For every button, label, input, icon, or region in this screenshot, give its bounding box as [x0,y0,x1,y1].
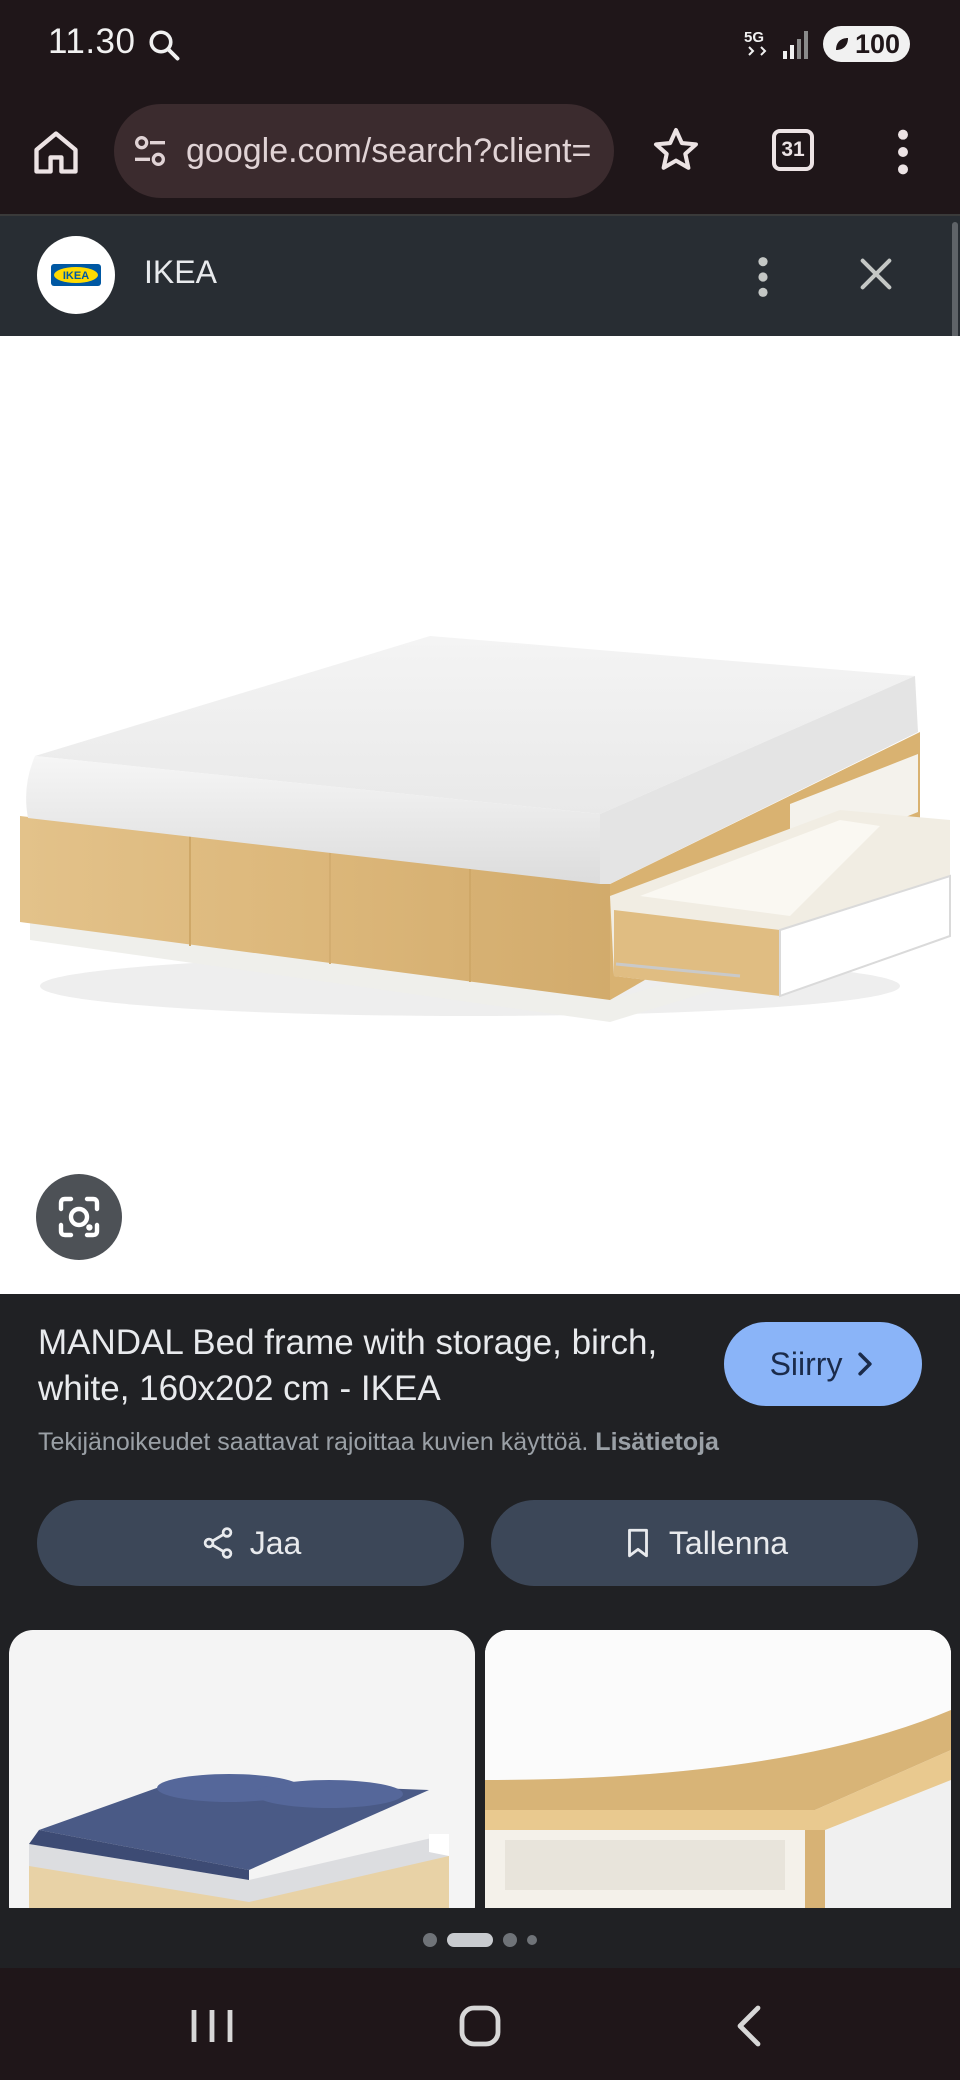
site-settings-icon[interactable] [130,131,170,171]
lens-icon[interactable] [36,1174,122,1260]
network-5g-icon: 5G [744,29,767,56]
status-time: 11.30 [48,22,136,61]
page-dot-active[interactable] [447,1933,493,1947]
status-bar: 11.30 5G 100 [0,0,960,92]
svg-text:IKEA: IKEA [63,270,89,282]
search-icon [149,30,180,61]
svg-text:5G: 5G [744,29,764,46]
bookmark-star-icon[interactable] [650,124,702,176]
share-icon [203,1527,232,1559]
status-indicators: 5G 100 [743,24,910,64]
battery-level: 100 [854,28,900,59]
share-button[interactable]: Jaa [37,1500,464,1586]
leaf-icon [835,38,848,50]
visit-button[interactable]: Siirry [724,1322,922,1406]
save-label: Tallenna [668,1524,789,1561]
learn-more-link[interactable]: Lisätietoja [595,1428,719,1456]
system-nav-bar [0,1968,960,2080]
tab-count: 31 [781,138,805,161]
bed-drawer-closeup-image [485,1630,951,1908]
copyright-text: Tekijänoikeudet saattavat rajoittaa kuvi… [38,1428,589,1456]
tabs-icon[interactable]: 31 [772,129,814,171]
source-logo[interactable]: IKEA [37,236,115,314]
ikea-logo-icon: IKEA [51,264,101,286]
source-name[interactable]: IKEA [144,254,217,291]
page-dot[interactable] [503,1933,517,1947]
bed-navy-bedding-image [29,1774,449,1908]
bed-frame-illustration [20,636,951,1022]
chevron-right-icon [858,1352,873,1376]
page-dot[interactable] [423,1933,437,1947]
close-icon[interactable] [856,254,896,294]
url-bar[interactable]: google.com/search?client= [114,104,614,198]
battery-icon: 100 [822,26,910,62]
more-vert-icon[interactable] [748,254,778,300]
lens-glyph [58,1196,100,1238]
image-viewer-header: IKEA IKEA [0,216,960,336]
browser-toolbar: google.com/search?client= 31 [0,92,960,214]
home-icon[interactable] [30,126,82,178]
related-images [0,1630,960,1908]
related-image[interactable] [9,1630,475,1908]
related-image[interactable] [485,1630,951,1908]
share-label: Jaa [249,1524,302,1561]
save-button[interactable]: Tallenna [491,1500,918,1586]
page-indicator [0,1930,960,1950]
recents-icon[interactable] [182,1998,242,2054]
home-button-icon[interactable] [450,1998,510,2054]
page-dot[interactable] [527,1935,537,1945]
url-text[interactable]: google.com/search?client= [186,132,591,171]
copyright-notice: Tekijänoikeudet saattavat rajoittaa kuvi… [38,1428,719,1457]
visit-label: Siirry [769,1345,843,1382]
result-title[interactable]: MANDAL Bed frame with storage, birch, wh… [38,1320,698,1412]
back-icon[interactable] [720,1998,780,2054]
more-vert-icon[interactable] [888,126,918,178]
bookmark-icon [627,1528,648,1558]
signal-icon [782,31,808,59]
main-product-image[interactable] [0,336,960,1294]
